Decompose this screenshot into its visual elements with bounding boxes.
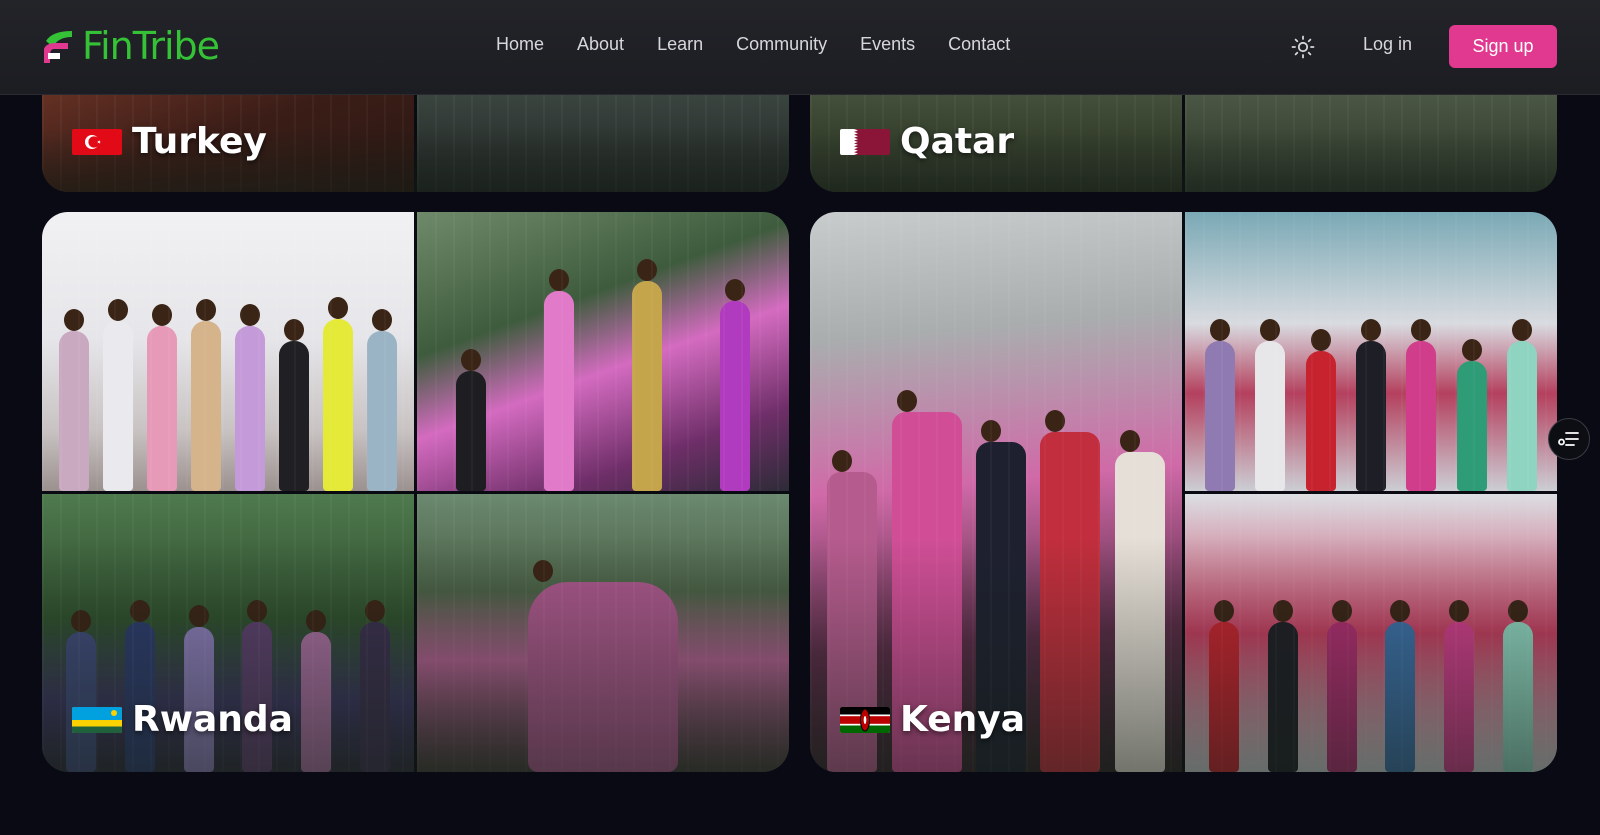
nav-community[interactable]: Community xyxy=(736,34,827,55)
destination-name: Qatar xyxy=(900,121,1015,162)
destination-label: Turkey xyxy=(72,121,267,162)
destination-photo xyxy=(417,212,789,491)
destination-photo xyxy=(42,212,414,491)
destination-label: Kenya xyxy=(840,699,1025,740)
nav-about[interactable]: About xyxy=(577,34,624,55)
destination-photo xyxy=(1185,493,1557,772)
destination-name: Turkey xyxy=(132,121,267,162)
destination-photo xyxy=(417,493,789,772)
destination-card-kenya[interactable]: Kenya xyxy=(810,212,1557,772)
destination-name: Kenya xyxy=(900,699,1026,740)
destination-photo xyxy=(1185,212,1557,491)
destination-name: Rwanda xyxy=(132,699,293,740)
destination-card-rwanda[interactable]: Rwanda xyxy=(42,212,789,772)
floating-filter-button[interactable] xyxy=(1548,418,1590,460)
destination-label: Rwanda xyxy=(72,699,293,740)
qatar-flag-icon xyxy=(840,128,890,155)
fintribe-logo-icon xyxy=(44,31,72,63)
destination-photo xyxy=(810,212,1182,772)
rwanda-flag-icon xyxy=(72,706,122,733)
destination-label: Qatar xyxy=(840,121,1014,162)
signup-button[interactable]: Sign up xyxy=(1449,25,1557,68)
filter-list-icon xyxy=(1558,432,1579,446)
kenya-flag-icon xyxy=(840,706,890,733)
site-header: FinTribe Home About Learn Community Even… xyxy=(0,0,1600,95)
sun-icon[interactable] xyxy=(1291,35,1315,59)
brand-logo[interactable]: FinTribe xyxy=(42,24,220,68)
login-link[interactable]: Log in xyxy=(1363,34,1412,55)
turkey-flag-icon xyxy=(72,128,122,155)
nav-home[interactable]: Home xyxy=(496,34,544,55)
nav-events[interactable]: Events xyxy=(860,34,915,55)
page: FinTribe Home About Learn Community Even… xyxy=(0,0,1600,835)
brand-name: FinTribe xyxy=(82,24,220,68)
nav-learn[interactable]: Learn xyxy=(657,34,703,55)
nav-contact[interactable]: Contact xyxy=(948,34,1010,55)
main-nav: Home About Learn Community Events Contac… xyxy=(496,34,1010,55)
